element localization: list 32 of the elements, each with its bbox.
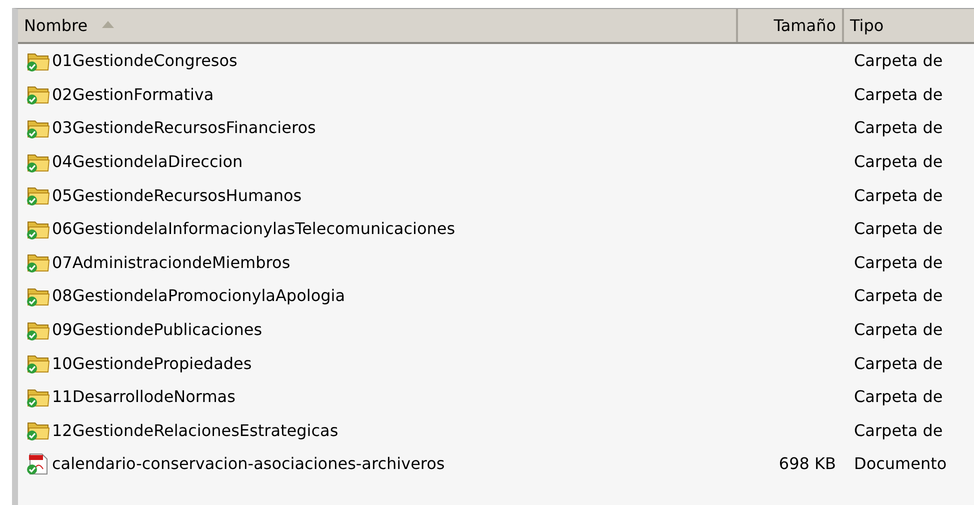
column-header[interactable]: Tipo [844, 9, 974, 42]
file-name[interactable]: 07AdministraciondeMiembros [52, 252, 290, 272]
file-size: 698 KB [778, 454, 836, 474]
file-type: Carpeta de [854, 219, 943, 238]
sort-arrow-icon [102, 20, 114, 28]
file-name[interactable]: 10GestiondePropiedades [52, 354, 252, 373]
file-name[interactable]: 12GestiondeRelacionesEstrategicas [52, 420, 338, 440]
file-type: Carpeta de [854, 354, 943, 373]
file-type: Carpeta de [854, 320, 943, 340]
file-type: Carpeta de [854, 84, 943, 104]
file-name[interactable]: 01GestiondeCongresos [52, 51, 238, 70]
file-name[interactable]: 06GestiondelaInformacionylasTelecomunicaciones [52, 219, 456, 238]
column-header[interactable]: Tamaño [738, 9, 844, 42]
file-name[interactable]: 04GestiondelaDireccion [52, 152, 243, 172]
file-type: Carpeta de [854, 152, 943, 172]
file-name[interactable]: 08GestiondelaPromocionylaApologia [52, 286, 346, 306]
file-name[interactable]: 05GestiondeRecursosHumanos [52, 186, 302, 205]
file-type: Documento [854, 454, 947, 474]
column-header[interactable]: Nombre [18, 9, 738, 42]
file-type: Carpeta de [854, 286, 943, 306]
file-name[interactable]: 02GestionFormativa [52, 84, 214, 104]
file-type: Carpeta de [854, 51, 943, 70]
file-name[interactable]: 09GestiondePublicaciones [52, 320, 262, 340]
file-name[interactable]: calendario-conservacion-asociaciones-archiveros [52, 454, 445, 474]
file-type: Carpeta de [854, 186, 943, 205]
file-type: Carpeta de [854, 118, 943, 138]
file-type: Carpeta de [854, 252, 943, 272]
file-type: Carpeta de [854, 420, 943, 440]
file-type: Carpeta de [854, 387, 943, 406]
file-name[interactable]: 11DesarrollodeNormas [52, 387, 236, 406]
file-name[interactable]: 03GestiondeRecursosFinancieros [52, 118, 316, 138]
pdf-check-icon [26, 452, 50, 475]
